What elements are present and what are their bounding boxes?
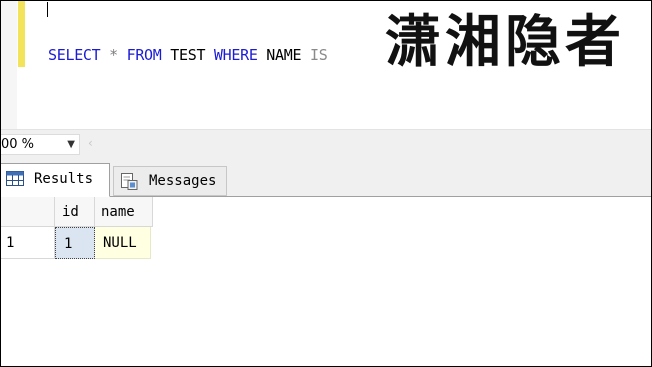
scroll-left-icon[interactable]: ‹ — [88, 136, 93, 150]
zoom-bar: 00 % ▼ ‹ — [1, 129, 651, 157]
sql-operator-star: * — [109, 46, 118, 64]
column-header-name[interactable]: name — [95, 197, 153, 227]
sql-query-line[interactable]: SELECT * FROM TEST WHERE NAME IS — [48, 46, 328, 64]
tab-results-label: Results — [34, 171, 94, 187]
sql-space — [118, 46, 127, 64]
sql-keyword-is: IS — [309, 46, 328, 64]
watermark-text: 潇湘隐者 — [385, 9, 625, 75]
chevron-down-icon: ▼ — [67, 139, 75, 150]
results-grid: id name 1 1 NULL — [1, 197, 651, 366]
column-header-id[interactable]: id — [55, 197, 95, 227]
grid-corner[interactable] — [1, 197, 55, 227]
sql-column-name: NAME — [257, 46, 310, 64]
text-caret — [47, 2, 48, 17]
change-tracking-bar — [18, 1, 25, 67]
grid-cell-id[interactable]: 1 — [55, 227, 95, 259]
grid-icon — [6, 171, 24, 186]
zoom-value: 00 % — [1, 137, 35, 152]
document-icon — [121, 173, 138, 190]
sql-keyword-from: FROM — [126, 46, 162, 64]
sql-table-name: TEST — [161, 46, 214, 64]
ssms-query-window: SELECT * FROM TEST WHERE NAME IS 潇湘隐者 00… — [0, 0, 652, 367]
sql-keyword-where: WHERE — [213, 46, 258, 64]
editor-gutter — [1, 1, 17, 129]
tab-results[interactable]: Results — [1, 163, 110, 197]
sql-space — [100, 46, 109, 64]
tab-messages-label: Messages — [149, 173, 217, 189]
grid-cell-name[interactable]: NULL — [95, 227, 151, 259]
tab-messages[interactable]: Messages — [113, 166, 227, 196]
zoom-dropdown[interactable]: 00 % ▼ — [1, 134, 80, 155]
row-number[interactable]: 1 — [1, 227, 55, 259]
results-tab-strip: Results Messages — [1, 156, 651, 197]
sql-keyword-select: SELECT — [48, 46, 101, 64]
sql-editor[interactable]: SELECT * FROM TEST WHERE NAME IS 潇湘隐者 — [1, 1, 651, 129]
